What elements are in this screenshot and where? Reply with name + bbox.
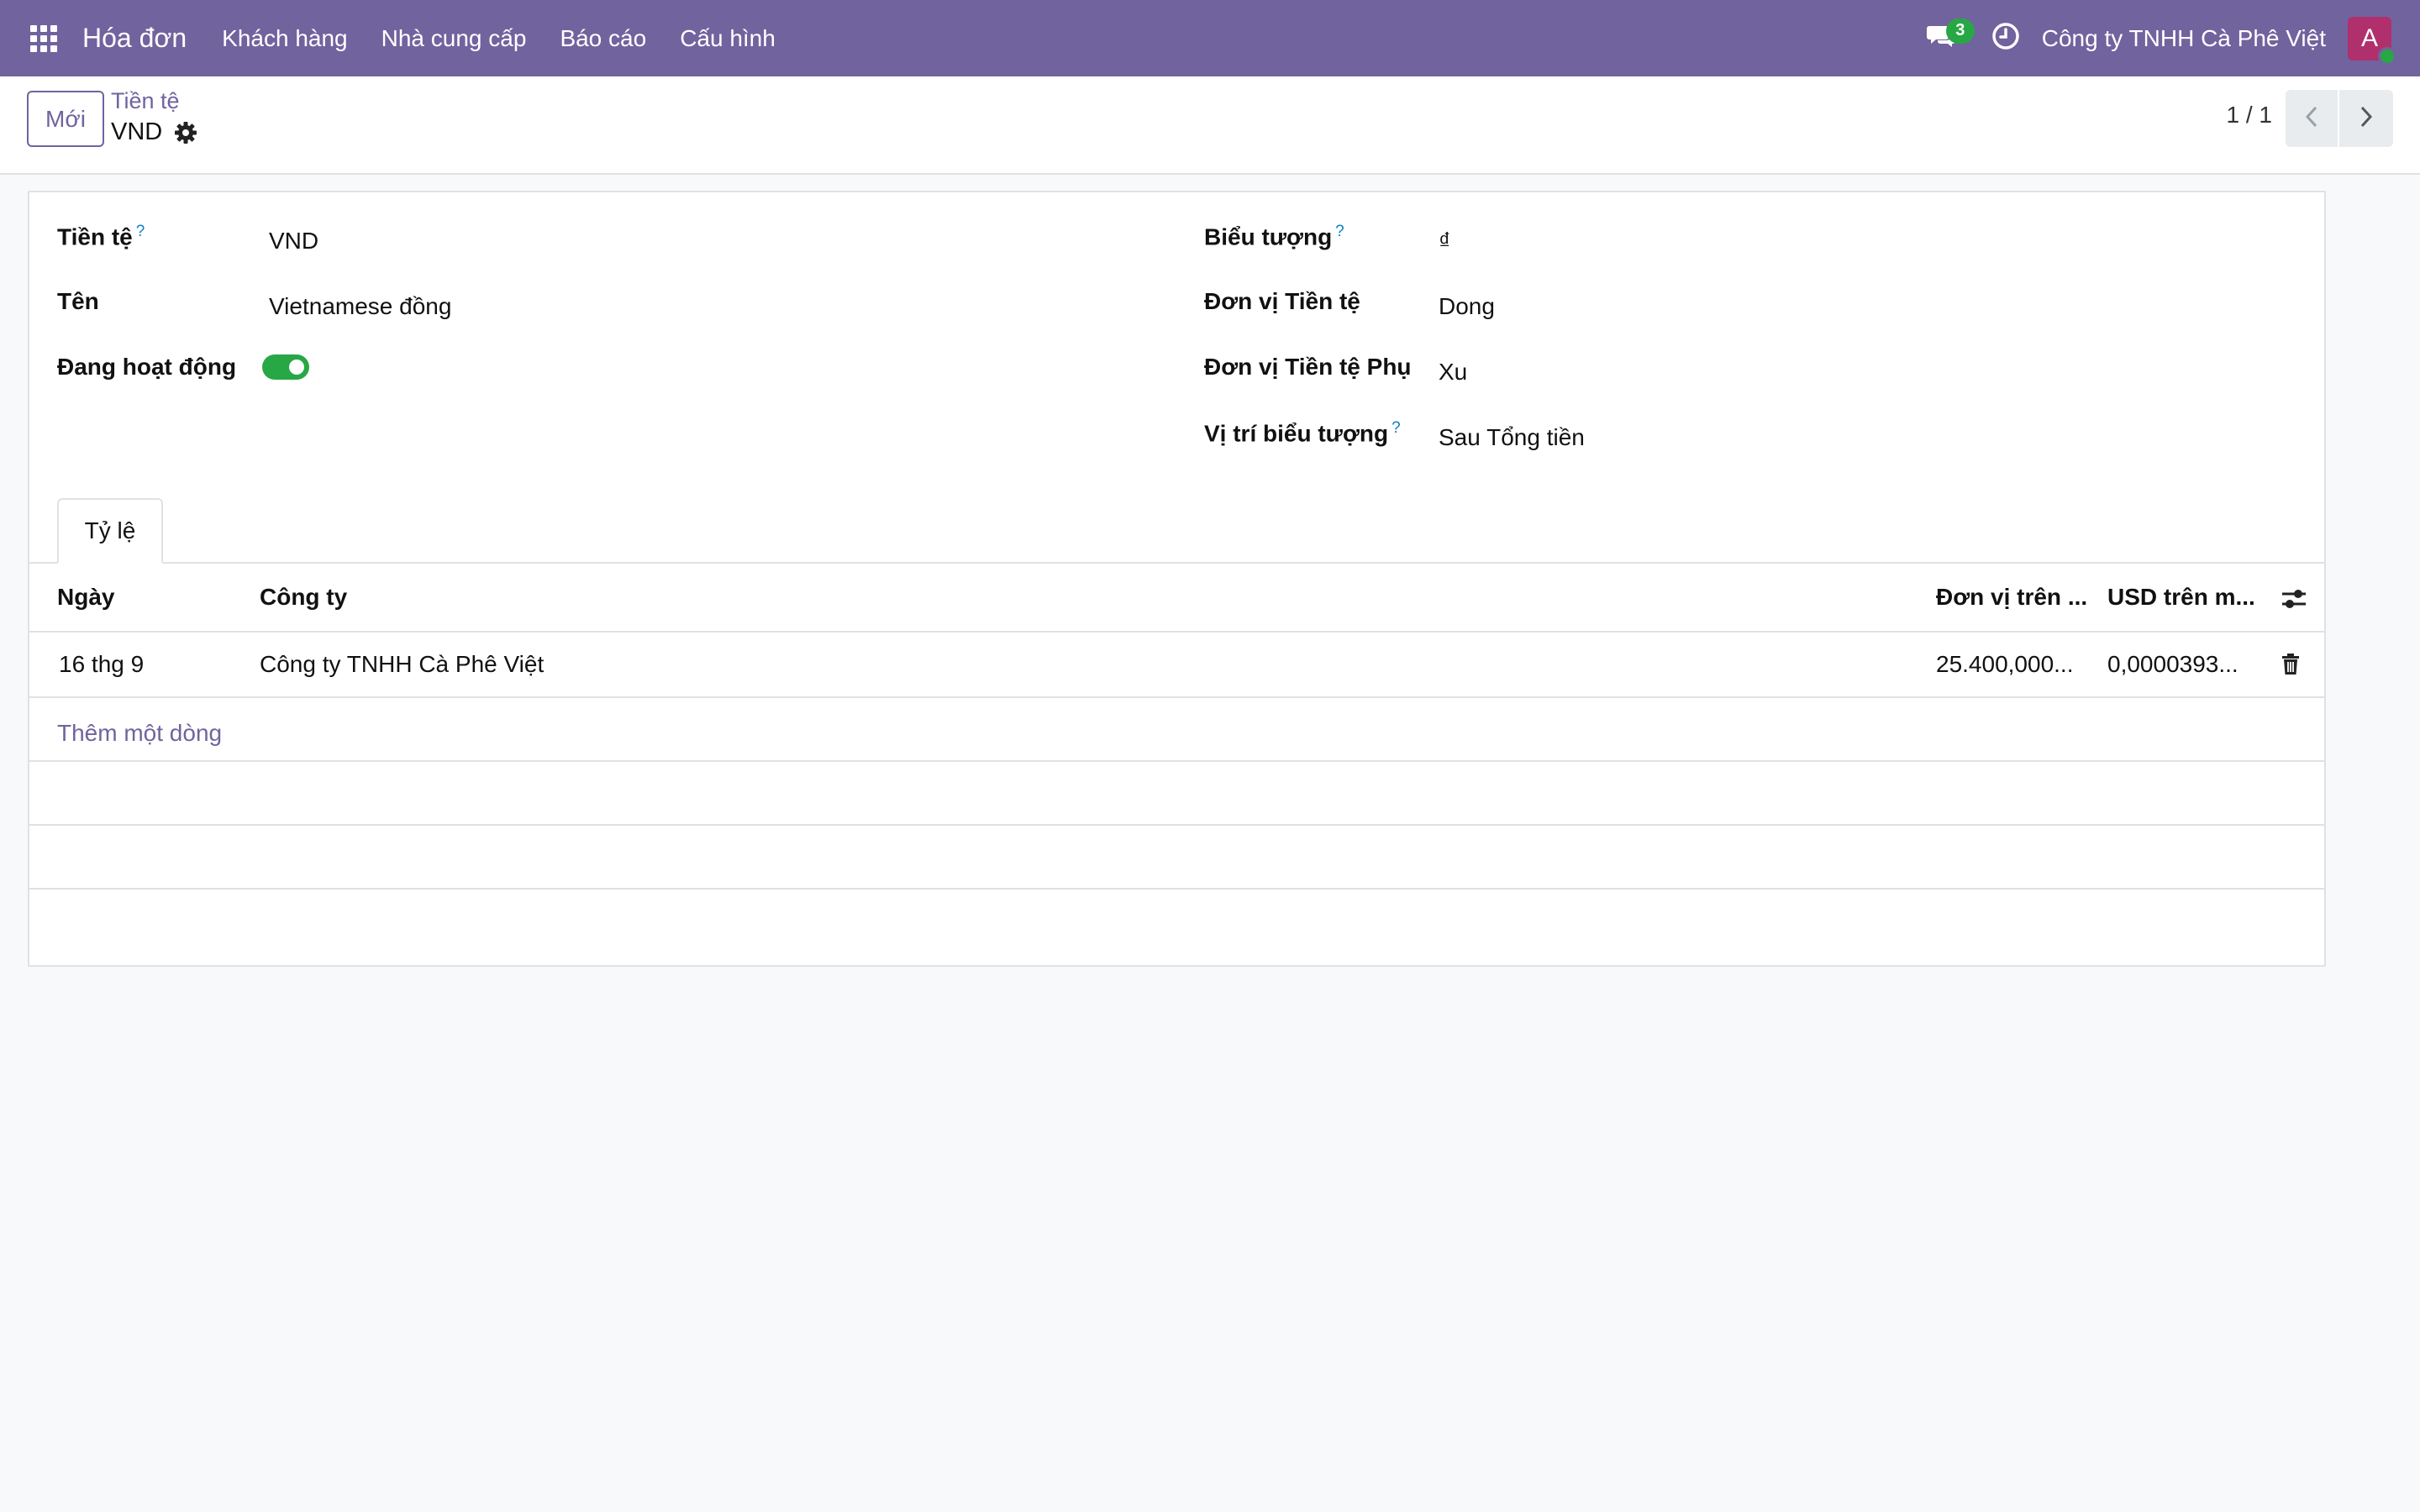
column-settings-icon[interactable] (2279, 584, 2309, 614)
rates-table-header: Ngày Công ty Đơn vị trên ... USD trên m.… (29, 564, 2324, 633)
rate-usd-per-unit-cell[interactable]: 0,0000393... (2107, 651, 2238, 678)
pager-buttons (2286, 90, 2393, 147)
menu-reports[interactable]: Báo cáo (543, 25, 663, 52)
tab-rates[interactable]: Tỷ lệ (57, 498, 163, 564)
column-company[interactable]: Công ty (260, 584, 347, 611)
breadcrumb-currencies[interactable]: Tiền tệ (111, 88, 180, 114)
messages-count-badge: 3 (1945, 18, 1975, 44)
app-name[interactable]: Hóa đơn (82, 23, 187, 54)
currency-unit-field[interactable]: Dong (1439, 293, 1495, 320)
symbol-label: Biểu tượng? (1204, 223, 1344, 250)
user-avatar[interactable]: A (2348, 16, 2396, 66)
control-panel: Mới Tiền tệ VND 1 / 1 (0, 76, 2420, 175)
rate-company-cell[interactable]: Công ty TNHH Cà Phê Việt (260, 651, 544, 678)
empty-row (29, 826, 2324, 890)
table-row[interactable]: 16 thg 9 Công ty TNHH Cà Phê Việt 25.400… (29, 633, 2324, 698)
column-usd-per-unit[interactable]: USD trên m... (2107, 584, 2255, 611)
currency-subunit-label: Đơn vị Tiền tệ Phụ (1204, 354, 1412, 380)
navbar-systray: 3 Công ty TNHH Cà Phê Việt A (1916, 0, 2420, 76)
name-field[interactable]: Vietnamese đồng (269, 293, 451, 320)
menu-configuration[interactable]: Cấu hình (663, 25, 792, 52)
avatar-letter: A (2360, 24, 2378, 52)
add-line-link[interactable]: Thêm một dòng (57, 720, 222, 747)
symbol-field[interactable]: ₫ (1439, 228, 1450, 255)
new-button[interactable]: Mới (27, 91, 104, 147)
toggle-knob (289, 360, 304, 375)
active-toggle[interactable] (262, 354, 309, 380)
gear-icon[interactable] (174, 121, 197, 144)
help-tooltip-icon[interactable]: ? (136, 223, 145, 240)
top-navbar: Hóa đơn Khách hàng Nhà cung cấp Báo cáo … (0, 0, 2420, 76)
pager-previous-button[interactable] (2286, 90, 2339, 147)
name-label: Tên (57, 288, 99, 314)
record-title: VND (111, 118, 197, 146)
rate-date-cell[interactable]: 16 thg 9 (59, 651, 144, 678)
chevron-right-icon (2357, 105, 2375, 133)
column-date[interactable]: Ngày (57, 584, 114, 611)
apps-grid-icon[interactable] (27, 22, 60, 55)
form-sheet: Tiền tệ? VND Tên Vietnamese đồng Đang ho… (28, 191, 2326, 967)
help-tooltip-icon[interactable]: ? (1392, 419, 1401, 437)
symbol-position-field[interactable]: Sau Tổng tiền (1439, 424, 1585, 451)
trash-icon[interactable] (2277, 649, 2304, 680)
menu-vendors[interactable]: Nhà cung cấp (365, 25, 544, 52)
empty-row (29, 762, 2324, 826)
activities-button[interactable] (1985, 13, 2027, 64)
active-label: Đang hoạt động (57, 354, 237, 380)
add-line-row: Thêm một dòng (29, 698, 2324, 762)
help-tooltip-icon[interactable]: ? (1335, 223, 1344, 240)
currency-label: Tiền tệ? (57, 223, 145, 250)
messages-button[interactable]: 3 (1916, 13, 1975, 64)
online-status-dot (2378, 46, 2396, 66)
currency-subunit-field[interactable]: Xu (1439, 359, 1467, 386)
currency-field[interactable]: VND (269, 228, 318, 255)
chevron-left-icon (2302, 105, 2321, 133)
symbol-position-label: Vị trí biểu tượng? (1204, 419, 1401, 447)
clock-icon (1991, 22, 2020, 55)
pager-next-button[interactable] (2339, 90, 2393, 147)
pager-value[interactable]: 1 / 1 (2227, 102, 2272, 129)
column-unit-per-usd[interactable]: Đơn vị trên ... (1936, 584, 2087, 611)
currency-unit-label: Đơn vị Tiền tệ (1204, 288, 1360, 314)
record-name: VND (111, 118, 163, 145)
rate-unit-per-usd-cell[interactable]: 25.400,000... (1936, 651, 2073, 678)
menu-customers[interactable]: Khách hàng (205, 25, 364, 52)
company-switcher[interactable]: Công ty TNHH Cà Phê Việt (2042, 25, 2326, 52)
